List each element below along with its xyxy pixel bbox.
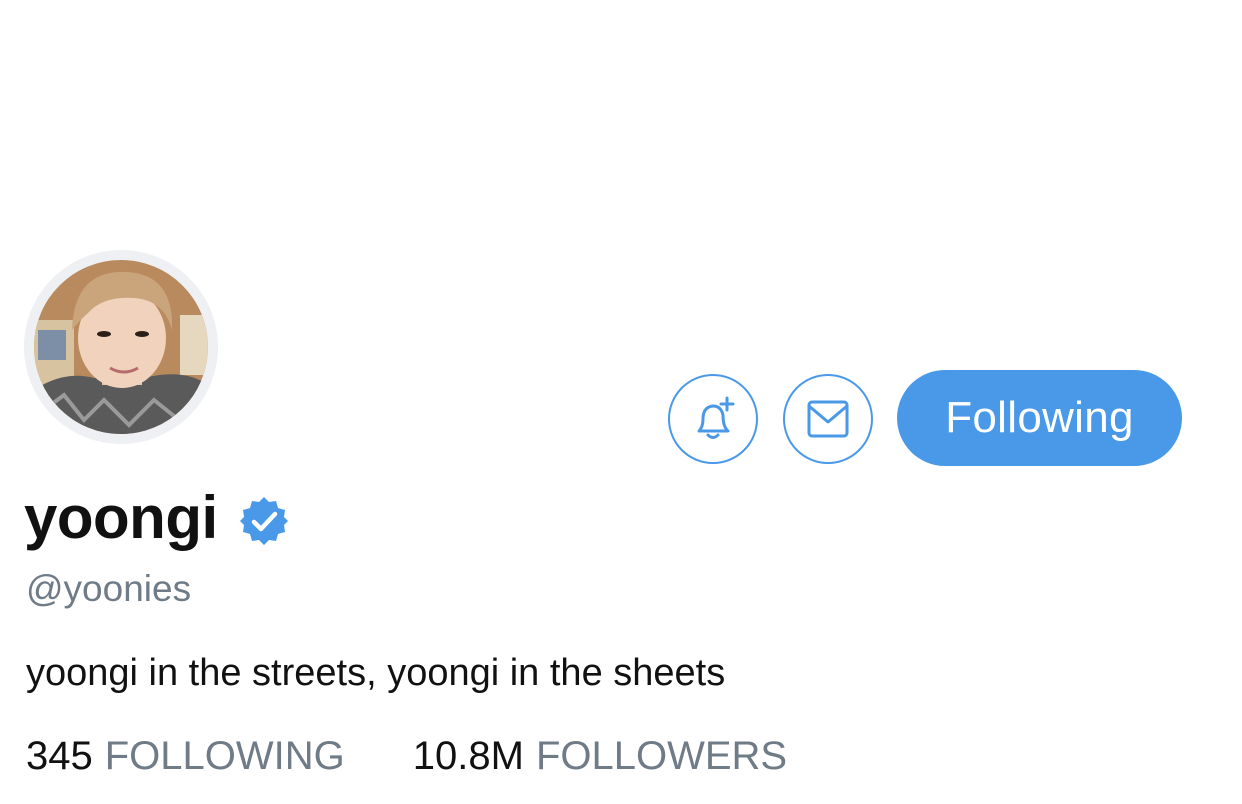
followers-count: 10.8M [412, 734, 524, 778]
followers-stat[interactable]: 10.8M FOLLOWERS [413, 734, 787, 779]
avatar-image [34, 260, 208, 434]
profile-stats: 345 FOLLOWING 10.8M FOLLOWERS [26, 734, 787, 779]
envelope-icon [807, 400, 849, 438]
avatar[interactable] [24, 250, 218, 444]
profile-bio: yoongi in the streets, yoongi in the she… [26, 652, 726, 694]
following-label: FOLLOWING [104, 734, 345, 778]
notifications-button[interactable] [668, 374, 758, 464]
following-stat[interactable]: 345 FOLLOWING [26, 734, 345, 779]
bell-plus-icon [697, 396, 735, 439]
verified-badge-icon [239, 497, 288, 545]
user-handle: @yoonies [26, 568, 192, 609]
followers-label: FOLLOWERS [535, 734, 788, 778]
following-count: 345 [26, 734, 93, 778]
message-button[interactable] [783, 374, 873, 464]
name-row: yoongi [24, 482, 290, 552]
display-name: yoongi [24, 483, 218, 551]
following-button[interactable]: Following [897, 370, 1182, 466]
profile-banner [0, 0, 1242, 300]
